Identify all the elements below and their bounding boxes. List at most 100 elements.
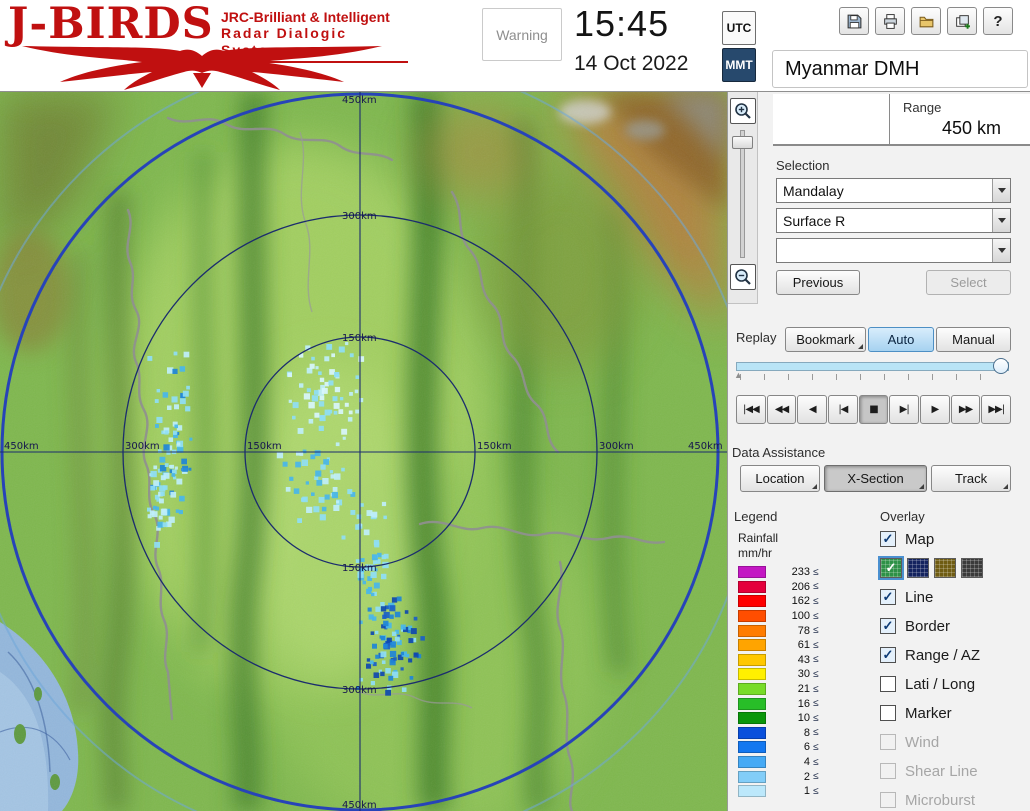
map-style-swatch-2[interactable] <box>907 558 929 578</box>
auto-button[interactable]: Auto <box>868 327 934 352</box>
playback-play-button[interactable]: ▶ <box>920 395 950 424</box>
warning-button[interactable]: Warning <box>482 8 562 61</box>
manual-button[interactable]: Manual <box>936 327 1011 352</box>
zoom-slider-thumb[interactable] <box>732 136 753 149</box>
zoom-out-button[interactable] <box>730 264 756 290</box>
overlay-item-line[interactable]: Line <box>880 586 1030 608</box>
legend-label: Legend <box>734 509 778 524</box>
bookmark-button[interactable]: Bookmark <box>785 327 866 352</box>
line-checkbox[interactable] <box>880 589 896 605</box>
map-style-swatch-4[interactable] <box>961 558 983 578</box>
legend-value: 8 <box>803 726 810 739</box>
lte-symbol: ≤ <box>813 610 819 622</box>
legend-color-swatch <box>738 712 766 725</box>
radar-map[interactable]: 450km 300km 150km 150km 300km 450km 450km 300km… <box>0 56 756 811</box>
range-ring-label: 300km <box>599 441 634 452</box>
legend-row: 1 ≤ <box>738 784 868 799</box>
legend-row: 78 ≤ <box>738 623 868 638</box>
range-ring-label: 300km <box>342 211 377 222</box>
extra-dropdown[interactable] <box>776 238 1011 263</box>
lte-symbol: ≤ <box>813 727 819 739</box>
lati-long-checkbox[interactable] <box>880 676 896 692</box>
select-button[interactable]: Select <box>926 270 1011 295</box>
save-button[interactable] <box>839 7 869 35</box>
timeline-ticks <box>740 374 999 380</box>
mmt-toggle-button[interactable]: MMT <box>722 48 756 82</box>
eagle-icon <box>22 46 382 90</box>
legend-value: 43 <box>797 653 810 666</box>
product-dropdown[interactable]: Surface R <box>776 208 1011 233</box>
lte-symbol: ≤ <box>813 639 819 651</box>
legend-value: 16 <box>797 697 810 710</box>
legend-color-swatch <box>738 580 766 593</box>
shear-line-checkbox <box>880 763 896 779</box>
marker-checkbox[interactable] <box>880 705 896 721</box>
legend-value: 100 <box>791 610 810 623</box>
border-checkbox[interactable] <box>880 618 896 634</box>
lte-symbol: ≤ <box>813 654 819 666</box>
logo-subtitle-line1: JRC-Brilliant & Intelligent <box>221 9 390 25</box>
site-dropdown-value: Mandalay <box>783 182 844 199</box>
bookmark-label: Bookmark <box>796 332 855 347</box>
playback-fast-rewind-button[interactable]: ◀◀ <box>766 395 797 424</box>
product-dropdown-button[interactable] <box>992 209 1010 232</box>
map-checkbox[interactable] <box>880 531 896 547</box>
legend-color-swatch <box>738 683 766 696</box>
open-folder-button[interactable] <box>911 7 941 35</box>
help-button[interactable]: ? <box>983 7 1013 35</box>
lati-long-label: Lati / Long <box>905 675 976 693</box>
x-section-button[interactable]: X-Section <box>823 465 928 492</box>
new-window-button[interactable] <box>947 7 977 35</box>
timeline-track[interactable] <box>736 362 1009 371</box>
overlay-item-map[interactable]: Map <box>880 528 1030 550</box>
lte-symbol: ≤ <box>813 581 819 593</box>
range-ring-label: 300km <box>342 685 377 696</box>
lte-symbol: ≤ <box>813 698 819 710</box>
utc-toggle-button[interactable]: UTC <box>722 11 756 45</box>
location-button[interactable]: Location <box>740 465 820 492</box>
overlay-item-range-az[interactable]: Range / AZ <box>880 644 1030 666</box>
site-dropdown-button[interactable] <box>992 179 1010 202</box>
lte-symbol: ≤ <box>813 566 819 578</box>
range-ring-label: 150km <box>477 441 512 452</box>
map-style-swatch-3[interactable] <box>934 558 956 578</box>
menu-corner-icon <box>858 344 863 349</box>
wind-label: Wind <box>905 733 940 751</box>
print-button[interactable] <box>875 7 905 35</box>
lte-symbol: ≤ <box>813 668 819 680</box>
legend-color-swatch <box>738 756 766 769</box>
legend-row: 8 ≤ <box>738 726 868 741</box>
range-ring-label: 150km <box>342 333 377 344</box>
wind-checkbox <box>880 734 896 750</box>
playback-previous-frame-button[interactable]: |◀ <box>828 395 858 424</box>
range-az-checkbox[interactable] <box>880 647 896 663</box>
zoom-slider-track[interactable] <box>740 130 745 258</box>
playback-skip-to-start-button[interactable]: |◀◀ <box>736 395 766 424</box>
map-style-swatch-1[interactable] <box>878 556 904 580</box>
previous-button[interactable]: Previous <box>776 270 860 295</box>
lte-symbol: ≤ <box>813 712 819 724</box>
manual-label: Manual <box>952 332 995 347</box>
menu-corner-icon <box>811 484 817 489</box>
playback-fast-forward-button[interactable]: ▶▶ <box>950 395 981 424</box>
overlay-item-border[interactable]: Border <box>880 615 1030 637</box>
playback-skip-to-end-button[interactable]: ▶▶| <box>981 395 1012 424</box>
overlay-item-lati-long[interactable]: Lati / Long <box>880 673 1030 695</box>
playback-next-frame-button[interactable]: ▶| <box>889 395 920 424</box>
playback-stop-button[interactable]: ■ <box>858 395 889 424</box>
chevron-down-icon <box>997 188 1006 193</box>
playback-controls: |◀◀ ◀◀ ◀ |◀ ■ ▶| ▶ ▶▶ ▶▶| <box>736 395 1012 424</box>
legend-value: 1 <box>803 785 810 798</box>
track-label: Track <box>955 471 988 486</box>
shear-line-label: Shear Line <box>905 762 978 780</box>
overlay-item-marker[interactable]: Marker <box>880 702 1030 724</box>
legend-color-swatch <box>738 697 766 710</box>
zoom-in-button[interactable] <box>730 98 756 124</box>
clock-time: 15:45 <box>574 3 670 44</box>
timeline-thumb[interactable] <box>993 358 1009 374</box>
legend-color-swatch <box>738 726 766 739</box>
playback-step-back-button[interactable]: ◀ <box>797 395 828 424</box>
extra-dropdown-button[interactable] <box>992 239 1010 262</box>
track-button[interactable]: Track <box>931 465 1011 492</box>
site-dropdown[interactable]: Mandalay <box>776 178 1011 203</box>
